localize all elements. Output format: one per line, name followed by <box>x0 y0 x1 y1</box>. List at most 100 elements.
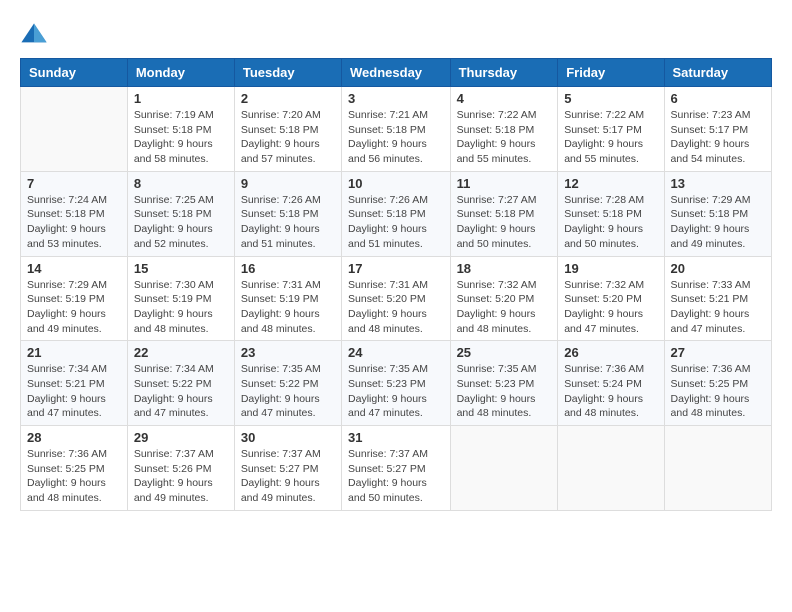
day-info: Sunrise: 7:37 AMSunset: 5:26 PMDaylight:… <box>134 447 228 506</box>
day-info: Sunrise: 7:19 AMSunset: 5:18 PMDaylight:… <box>134 108 228 167</box>
day-number: 23 <box>241 345 335 360</box>
day-number: 29 <box>134 430 228 445</box>
day-number: 18 <box>457 261 552 276</box>
day-header-sunday: Sunday <box>21 59 128 87</box>
day-info: Sunrise: 7:31 AMSunset: 5:19 PMDaylight:… <box>241 278 335 337</box>
day-info: Sunrise: 7:33 AMSunset: 5:21 PMDaylight:… <box>671 278 765 337</box>
day-info: Sunrise: 7:35 AMSunset: 5:22 PMDaylight:… <box>241 362 335 421</box>
day-info: Sunrise: 7:36 AMSunset: 5:25 PMDaylight:… <box>671 362 765 421</box>
calendar-week-row: 14 Sunrise: 7:29 AMSunset: 5:19 PMDayligh… <box>21 256 772 341</box>
day-number: 24 <box>348 345 444 360</box>
logo <box>20 20 52 48</box>
calendar-day-cell: 23 Sunrise: 7:35 AMSunset: 5:22 PMDayligh… <box>234 341 341 426</box>
day-info: Sunrise: 7:20 AMSunset: 5:18 PMDaylight:… <box>241 108 335 167</box>
calendar-day-cell: 15 Sunrise: 7:30 AMSunset: 5:19 PMDayligh… <box>127 256 234 341</box>
day-info: Sunrise: 7:37 AMSunset: 5:27 PMDaylight:… <box>241 447 335 506</box>
day-number: 9 <box>241 176 335 191</box>
day-info: Sunrise: 7:26 AMSunset: 5:18 PMDaylight:… <box>241 193 335 252</box>
day-info: Sunrise: 7:26 AMSunset: 5:18 PMDaylight:… <box>348 193 444 252</box>
day-info: Sunrise: 7:29 AMSunset: 5:18 PMDaylight:… <box>671 193 765 252</box>
day-header-thursday: Thursday <box>450 59 558 87</box>
day-info: Sunrise: 7:24 AMSunset: 5:18 PMDaylight:… <box>27 193 121 252</box>
calendar-day-cell: 17 Sunrise: 7:31 AMSunset: 5:20 PMDayligh… <box>342 256 451 341</box>
day-info: Sunrise: 7:22 AMSunset: 5:17 PMDaylight:… <box>564 108 657 167</box>
calendar-day-cell: 9 Sunrise: 7:26 AMSunset: 5:18 PMDaylight… <box>234 171 341 256</box>
day-number: 26 <box>564 345 657 360</box>
calendar-day-cell: 16 Sunrise: 7:31 AMSunset: 5:19 PMDayligh… <box>234 256 341 341</box>
calendar: SundayMondayTuesdayWednesdayThursdayFrid… <box>20 58 772 511</box>
calendar-day-cell: 20Sunrise: 7:33 AMSunset: 5:21 PMDayligh… <box>664 256 771 341</box>
day-header-saturday: Saturday <box>664 59 771 87</box>
calendar-day-cell: 27 Sunrise: 7:36 AMSunset: 5:25 PMDayligh… <box>664 341 771 426</box>
calendar-empty-cell <box>450 426 558 511</box>
day-number: 12 <box>564 176 657 191</box>
day-header-monday: Monday <box>127 59 234 87</box>
day-number: 1 <box>134 91 228 106</box>
calendar-day-cell: 26 Sunrise: 7:36 AMSunset: 5:24 PMDayligh… <box>558 341 664 426</box>
day-number: 15 <box>134 261 228 276</box>
day-info: Sunrise: 7:25 AMSunset: 5:18 PMDaylight:… <box>134 193 228 252</box>
calendar-day-cell: 18 Sunrise: 7:32 AMSunset: 5:20 PMDayligh… <box>450 256 558 341</box>
calendar-empty-cell <box>21 87 128 172</box>
calendar-day-cell: 31Sunrise: 7:37 AMSunset: 5:27 PMDayligh… <box>342 426 451 511</box>
calendar-day-cell: 1 Sunrise: 7:19 AMSunset: 5:18 PMDaylight… <box>127 87 234 172</box>
day-number: 28 <box>27 430 121 445</box>
day-number: 31 <box>348 430 444 445</box>
day-number: 3 <box>348 91 444 106</box>
day-info: Sunrise: 7:32 AMSunset: 5:20 PMDaylight:… <box>457 278 552 337</box>
day-number: 4 <box>457 91 552 106</box>
day-number: 25 <box>457 345 552 360</box>
calendar-day-cell: 13 Sunrise: 7:29 AMSunset: 5:18 PMDayligh… <box>664 171 771 256</box>
calendar-day-cell: 30 Sunrise: 7:37 AMSunset: 5:27 PMDayligh… <box>234 426 341 511</box>
day-number: 2 <box>241 91 335 106</box>
calendar-day-cell: 10 Sunrise: 7:26 AMSunset: 5:18 PMDayligh… <box>342 171 451 256</box>
calendar-week-row: 21Sunrise: 7:34 AMSunset: 5:21 PMDayligh… <box>21 341 772 426</box>
calendar-week-row: 28Sunrise: 7:36 AMSunset: 5:25 PMDayligh… <box>21 426 772 511</box>
day-number: 5 <box>564 91 657 106</box>
calendar-week-row: 1 Sunrise: 7:19 AMSunset: 5:18 PMDaylight… <box>21 87 772 172</box>
calendar-empty-cell <box>664 426 771 511</box>
day-number: 22 <box>134 345 228 360</box>
day-info: Sunrise: 7:35 AMSunset: 5:23 PMDaylight:… <box>457 362 552 421</box>
day-info: Sunrise: 7:27 AMSunset: 5:18 PMDaylight:… <box>457 193 552 252</box>
calendar-day-cell: 5 Sunrise: 7:22 AMSunset: 5:17 PMDaylight… <box>558 87 664 172</box>
day-info: Sunrise: 7:30 AMSunset: 5:19 PMDaylight:… <box>134 278 228 337</box>
calendar-day-cell: 8 Sunrise: 7:25 AMSunset: 5:18 PMDaylight… <box>127 171 234 256</box>
day-info: Sunrise: 7:34 AMSunset: 5:22 PMDaylight:… <box>134 362 228 421</box>
day-number: 11 <box>457 176 552 191</box>
calendar-day-cell: 2 Sunrise: 7:20 AMSunset: 5:18 PMDaylight… <box>234 87 341 172</box>
calendar-day-cell: 6 Sunrise: 7:23 AMSunset: 5:17 PMDaylight… <box>664 87 771 172</box>
day-info: Sunrise: 7:22 AMSunset: 5:18 PMDaylight:… <box>457 108 552 167</box>
day-info: Sunrise: 7:36 AMSunset: 5:24 PMDaylight:… <box>564 362 657 421</box>
day-number: 14 <box>27 261 121 276</box>
calendar-day-cell: 7 Sunrise: 7:24 AMSunset: 5:18 PMDaylight… <box>21 171 128 256</box>
calendar-day-cell: 19 Sunrise: 7:32 AMSunset: 5:20 PMDayligh… <box>558 256 664 341</box>
day-info: Sunrise: 7:31 AMSunset: 5:20 PMDaylight:… <box>348 278 444 337</box>
day-number: 21 <box>27 345 121 360</box>
calendar-day-cell: 25 Sunrise: 7:35 AMSunset: 5:23 PMDayligh… <box>450 341 558 426</box>
day-number: 16 <box>241 261 335 276</box>
day-number: 30 <box>241 430 335 445</box>
day-number: 19 <box>564 261 657 276</box>
day-info: Sunrise: 7:29 AMSunset: 5:19 PMDaylight:… <box>27 278 121 337</box>
calendar-day-cell: 29 Sunrise: 7:37 AMSunset: 5:26 PMDayligh… <box>127 426 234 511</box>
calendar-day-cell: 14 Sunrise: 7:29 AMSunset: 5:19 PMDayligh… <box>21 256 128 341</box>
day-info: Sunrise: 7:28 AMSunset: 5:18 PMDaylight:… <box>564 193 657 252</box>
calendar-day-cell: 11 Sunrise: 7:27 AMSunset: 5:18 PMDayligh… <box>450 171 558 256</box>
day-number: 6 <box>671 91 765 106</box>
day-number: 8 <box>134 176 228 191</box>
day-number: 10 <box>348 176 444 191</box>
day-number: 17 <box>348 261 444 276</box>
day-number: 27 <box>671 345 765 360</box>
calendar-day-cell: 4 Sunrise: 7:22 AMSunset: 5:18 PMDaylight… <box>450 87 558 172</box>
logo-icon <box>20 20 48 48</box>
page-header <box>20 20 772 48</box>
day-number: 7 <box>27 176 121 191</box>
calendar-day-cell: 3Sunrise: 7:21 AMSunset: 5:18 PMDaylight… <box>342 87 451 172</box>
day-info: Sunrise: 7:32 AMSunset: 5:20 PMDaylight:… <box>564 278 657 337</box>
calendar-day-cell: 22 Sunrise: 7:34 AMSunset: 5:22 PMDayligh… <box>127 341 234 426</box>
day-info: Sunrise: 7:23 AMSunset: 5:17 PMDaylight:… <box>671 108 765 167</box>
day-number: 13 <box>671 176 765 191</box>
calendar-day-cell: 12 Sunrise: 7:28 AMSunset: 5:18 PMDayligh… <box>558 171 664 256</box>
day-header-tuesday: Tuesday <box>234 59 341 87</box>
